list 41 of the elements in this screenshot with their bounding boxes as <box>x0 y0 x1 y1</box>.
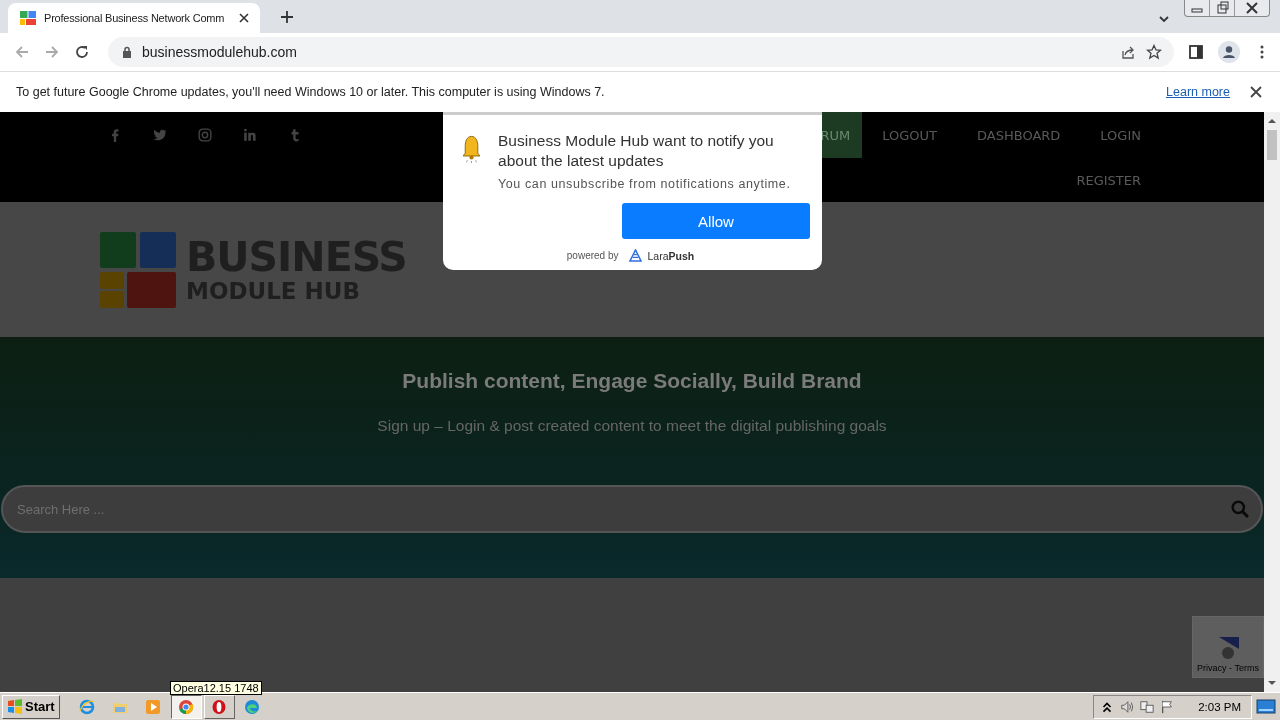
side-panel-icon[interactable] <box>1188 44 1204 60</box>
popup-subtitle: You can unsubscribe from notifications anytime. <box>498 177 792 191</box>
new-tab-icon[interactable] <box>280 10 294 24</box>
recaptcha-badge[interactable]: Privacy - Terms <box>1192 616 1264 678</box>
address-bar[interactable]: businessmodulehub.com <box>108 37 1174 67</box>
nav-link[interactable]: LOGOUT <box>862 112 957 158</box>
learn-more-link[interactable]: Learn more <box>1166 85 1230 99</box>
chevron-down-icon[interactable] <box>1158 13 1170 25</box>
close-icon[interactable] <box>238 12 250 24</box>
browser-tab[interactable]: Professional Business Network Comm <box>8 3 260 33</box>
star-icon[interactable] <box>1146 44 1162 60</box>
hero-title: Publish content, Engage Socially, Build Brand <box>402 369 862 393</box>
powered-by-label: powered by <box>566 250 619 261</box>
profile-icon[interactable] <box>1218 41 1240 63</box>
reload-icon[interactable] <box>74 44 90 60</box>
allow-button[interactable]: Allow <box>622 203 810 239</box>
scrollbar-thumb[interactable] <box>1267 130 1277 160</box>
close-icon[interactable] <box>1250 86 1262 98</box>
grid-logo-icon <box>20 10 36 26</box>
speaker-icon[interactable] <box>1120 699 1135 714</box>
nav-link[interactable]: DASHBOARD <box>957 112 1081 158</box>
flag-icon[interactable] <box>1160 699 1175 714</box>
popup-title: Business Module Hub want to notify you about the latest updates <box>498 131 775 171</box>
lock-icon <box>122 46 132 58</box>
larapush-logo-icon <box>628 249 642 262</box>
windows-logo-icon <box>7 698 23 715</box>
larapush-brand: LaraPush <box>647 249 695 262</box>
nav-link[interactable]: REGISTER <box>1056 158 1161 202</box>
nav-link[interactable]: LOGIN <box>1080 112 1161 158</box>
scroll-down-icon[interactable] <box>1268 680 1276 686</box>
tooltip: Opera12.15 1748 <box>170 681 262 695</box>
logo-icon <box>100 231 176 308</box>
browser-ring-icon[interactable] <box>170 694 202 719</box>
scroll-up-icon[interactable] <box>1268 118 1276 124</box>
clock: 2:03 PM <box>1198 700 1241 713</box>
update-message: To get future Google Chrome updates, you'll need Windows 10 or later. This computer is using Windows 7. <box>16 85 605 99</box>
network-icon[interactable] <box>1140 699 1155 714</box>
show-desktop-icon[interactable] <box>1256 698 1276 715</box>
start-button[interactable]: Start <box>2 694 60 719</box>
share-icon[interactable] <box>1120 44 1136 60</box>
hero-subtitle: Sign up – Login & post created content to meet the digital publishing goals <box>377 417 887 435</box>
